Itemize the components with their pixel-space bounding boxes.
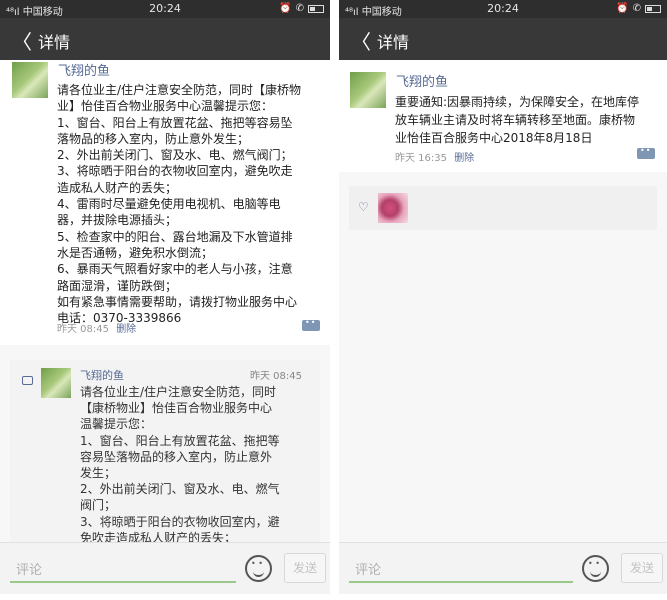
- system-icons: ⏰ ✆: [279, 3, 324, 14]
- author-name[interactable]: 飞翔的鱼: [396, 71, 448, 90]
- post-line: 落物品的移入室内，防止意外发生；: [57, 131, 250, 146]
- post-line: 水是否通畅，避免积水倒流；: [57, 245, 214, 260]
- send-button[interactable]: 发送: [621, 553, 663, 583]
- status-bar: ⁴⁸ıl 中国移动 20:24 ⏰ ✆: [339, 0, 667, 18]
- chevron-left-icon[interactable]: 〈: [12, 26, 32, 55]
- comment-author[interactable]: 飞翔的鱼: [80, 367, 124, 383]
- post-line: 造成私人财产的丢失；: [57, 180, 178, 195]
- emoji-icon[interactable]: [582, 555, 609, 582]
- comment-line: 阀门；: [80, 498, 117, 513]
- likes-panel: ♡: [349, 186, 657, 230]
- post-time: 昨天 16:35: [395, 153, 447, 164]
- comment-input-bar: 评论 发送: [0, 542, 330, 594]
- post-meta: 昨天 08:45 删除: [57, 320, 136, 335]
- post-line: 3、将晾晒于阳台的衣物收回室内，避免吹走: [57, 164, 293, 179]
- post-line: 放车辆业主请及时将车辆转移至地面。康桥物: [395, 113, 636, 127]
- comment-time: 昨天 08:45: [250, 371, 302, 382]
- comment-input-bar: 评论 发送: [339, 542, 667, 594]
- post-line: 请各位业主/住户注意安全防范，同时【康桥物: [57, 83, 302, 97]
- comment-line: 容易坠落物品的移入室内，防止意外: [80, 449, 273, 464]
- comment-menu-icon[interactable]: [302, 318, 320, 331]
- chevron-left-icon[interactable]: 〈: [351, 26, 371, 55]
- comment-body: 请各位业主/住户注意安全防范，同时 【康桥物业】怡佳百合物业服务中心 温馨提示您…: [80, 384, 318, 546]
- comment-avatar[interactable]: [41, 368, 71, 398]
- post-line: 路面湿滑，谨防跌倒；: [57, 278, 178, 293]
- avatar[interactable]: [350, 72, 386, 108]
- post-line: 业怡佳百合服务中心2018年8月18日: [395, 131, 593, 145]
- battery-icon: [308, 4, 324, 13]
- comment-input[interactable]: 评论: [349, 555, 573, 583]
- post-time: 昨天 08:45: [57, 324, 109, 335]
- status-bar: ⁴⁸ıl 中国移动 20:24 ⏰ ✆: [0, 0, 330, 18]
- system-icons: ⏰ ✆: [616, 3, 661, 14]
- alarm-icon: ⏰: [616, 3, 629, 14]
- liker-avatar[interactable]: [378, 193, 408, 223]
- post-line: 重要通知:因暴雨持续，为保障安全，在地库停: [395, 95, 640, 109]
- call-icon: ✆: [632, 3, 641, 14]
- page-title: 详情: [38, 33, 71, 52]
- post-line: 5、检查家中的阳台、露台地漏及下水管道排: [57, 229, 293, 244]
- comment-line: 3、将晾晒于阳台的衣物收回室内，避: [80, 514, 280, 529]
- comment-line: 1、窗台、阳台上有放置花盆、拖把等: [80, 433, 280, 448]
- left-phone-screen: ⁴⁸ıl 中国移动 20:24 ⏰ ✆ 〈 详情 飞翔的鱼 请各位业主/住户注意…: [0, 0, 330, 594]
- page-title: 详情: [377, 33, 410, 52]
- post-line: 4、雷雨时尽量避免使用电视机、电脑等电: [57, 197, 281, 212]
- comment-card: 飞翔的鱼 昨天 08:45 请各位业主/住户注意安全防范，同时 【康桥物业】怡佳…: [10, 360, 320, 545]
- post-line: 器，并拔除电源插头；: [57, 213, 178, 228]
- post-line: 6、暴雨天气照看好家中的老人与小孩，注意: [57, 262, 293, 277]
- screenshot-stage: ⁴⁸ıl 中国移动 20:24 ⏰ ✆ 〈 详情 飞翔的鱼 请各位业主/住户注意…: [0, 0, 667, 600]
- title-bar: 〈 详情: [339, 18, 667, 60]
- heart-icon: ♡: [358, 200, 369, 214]
- post-meta: 昨天 16:35 删除: [395, 149, 474, 164]
- comment-line: 请各位业主/住户注意安全防范，同时: [80, 385, 277, 399]
- emoji-icon[interactable]: [245, 555, 272, 582]
- author-name[interactable]: 飞翔的鱼: [58, 60, 110, 79]
- battery-icon: [645, 4, 661, 13]
- comment-input[interactable]: 评论: [10, 555, 236, 583]
- comment-line: 【康桥物业】怡佳百合物业服务中心: [80, 401, 273, 416]
- post-body: 请各位业主/住户注意安全防范，同时【康桥物 业】怡佳百合物业服务中心温馨提示您：…: [57, 82, 327, 326]
- moment-post: 飞翔的鱼 请各位业主/住户注意安全防范，同时【康桥物 业】怡佳百合物业服务中心温…: [0, 60, 330, 345]
- delete-link[interactable]: 删除: [116, 324, 136, 335]
- moment-post: 飞翔的鱼 重要通知:因暴雨持续，为保障安全，在地库停 放车辆业主请及时将车辆转移…: [339, 60, 667, 172]
- call-icon: ✆: [295, 3, 304, 14]
- right-phone-screen: ⁴⁸ıl 中国移动 20:24 ⏰ ✆ 〈 详情 飞翔的鱼 重要通知:因暴雨持续…: [339, 0, 667, 594]
- send-button[interactable]: 发送: [284, 553, 326, 583]
- comment-line: 2、外出前关闭门、窗及水、电、燃气: [80, 482, 280, 497]
- alarm-icon: ⏰: [279, 3, 292, 14]
- comment-menu-icon[interactable]: [637, 146, 655, 159]
- post-line: 如有紧急事情需要帮助，请拨打物业服务中心: [57, 294, 298, 309]
- post-line: 业】怡佳百合物业服务中心温馨提示您：: [57, 99, 274, 114]
- comment-bubble-icon: [22, 376, 33, 385]
- delete-link[interactable]: 删除: [454, 153, 474, 164]
- title-bar: 〈 详情: [0, 18, 330, 60]
- post-line: 2、外出前关闭门、窗及水、电、燃气阀门；: [57, 148, 293, 163]
- comment-line: 温馨提示您：: [80, 417, 153, 432]
- comment-line: 发生；: [80, 466, 117, 481]
- post-line: 1、窗台、阳台上有放置花盆、拖把等容易坠: [57, 115, 293, 130]
- post-body: 重要通知:因暴雨持续，为保障安全，在地库停 放车辆业主请及时将车辆转移至地面。康…: [395, 93, 663, 147]
- avatar[interactable]: [12, 62, 48, 98]
